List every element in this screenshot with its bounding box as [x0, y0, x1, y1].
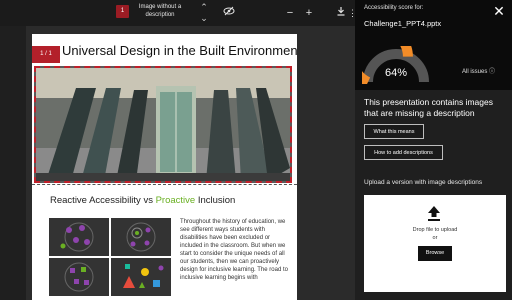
- drop-instructions: Drop file to upload or: [410, 226, 460, 242]
- all-issues-label: All issues: [462, 69, 488, 75]
- issue-title: Image without a description: [138, 4, 182, 18]
- minus-icon[interactable]: −: [282, 5, 298, 21]
- escalator-photo: [36, 68, 290, 181]
- how-to-add-descriptions-button[interactable]: How to add descriptions: [364, 145, 443, 160]
- download-icon[interactable]: [333, 5, 349, 21]
- slide2-title-part1: Reactive Accessibility vs: [50, 195, 156, 206]
- slide2-image-1: [49, 218, 109, 256]
- purple-circles-graphic: [60, 222, 94, 252]
- eye-slash-icon[interactable]: [221, 5, 237, 21]
- slide-separator: [32, 184, 297, 185]
- score-percent: 64%: [385, 67, 407, 79]
- slide2-title: Reactive Accessibility vs Proactive Incl…: [50, 195, 235, 206]
- chevron-down-icon[interactable]: ⌄: [198, 13, 210, 23]
- slide2-image-2: [111, 218, 171, 256]
- download-icon-svg: [337, 7, 345, 16]
- integration-graphic: [126, 222, 156, 252]
- gauge-svg: 64%: [346, 23, 429, 87]
- upload-icon: [427, 205, 441, 221]
- diverse-shapes-graphic: [123, 264, 164, 288]
- slide2-image-3: [49, 258, 109, 296]
- or-text: or: [432, 235, 438, 241]
- browse-button[interactable]: Browse: [418, 246, 452, 261]
- upload-label: Upload a version with image descriptions: [364, 179, 483, 186]
- accessibility-score-gauge: 64%: [346, 23, 430, 87]
- upload-icon-svg: [428, 206, 440, 221]
- mixed-shapes-graphic: [64, 262, 94, 292]
- all-issues-link[interactable]: All issues ⓘ: [462, 66, 495, 75]
- slide2-title-highlight: Proactive: [155, 195, 196, 206]
- slide2-body-text: Throughout the history of education, we …: [180, 219, 288, 281]
- plus-icon[interactable]: +: [301, 5, 317, 21]
- viewer-left-margin: [0, 26, 26, 300]
- flagged-image-escalators[interactable]: [34, 66, 292, 183]
- issue-description: This presentation contains images that a…: [364, 97, 493, 118]
- close-icon[interactable]: ✕: [491, 3, 507, 19]
- info-icon: ⓘ: [489, 69, 496, 75]
- document-page: 1 / 1 Universal Design in the Built Envi…: [32, 34, 297, 300]
- score-label: Accessibility score for:: [364, 5, 424, 11]
- file-name: Challenge1_PPT4.pptx: [364, 19, 442, 28]
- slide2-title-part2: Inclusion: [195, 195, 236, 206]
- slide-title: Universal Design in the Built Environmen…: [62, 43, 297, 58]
- chevron-up-icon[interactable]: ⌃: [198, 2, 210, 12]
- drop-file-text: Drop file to upload: [412, 227, 458, 233]
- slide-page-badge: 1 / 1: [32, 46, 60, 63]
- issue-badge: 1: [116, 5, 129, 18]
- eye-slash-icon-svg: [223, 6, 235, 16]
- more-vertical-icon[interactable]: ⋮: [348, 5, 357, 21]
- slide2-image-4: [111, 258, 171, 296]
- what-this-means-button[interactable]: What this means: [364, 124, 424, 139]
